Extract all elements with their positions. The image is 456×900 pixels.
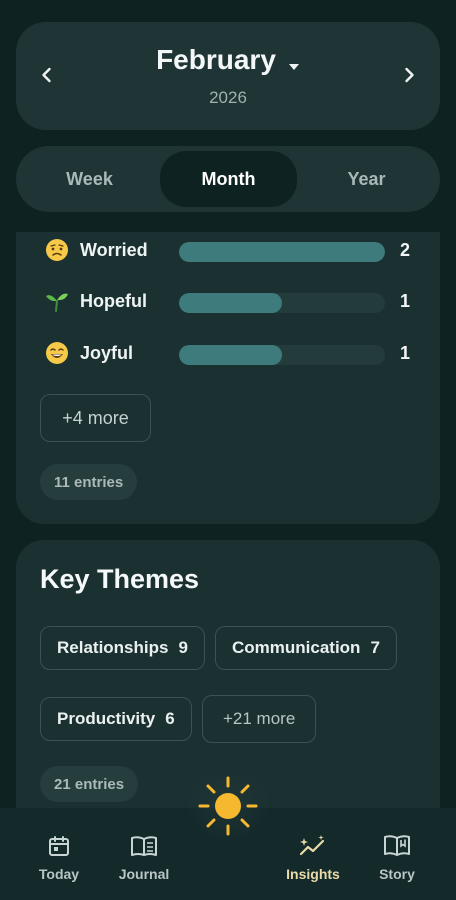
calendar-icon (45, 832, 73, 860)
grinning-face-icon (44, 340, 70, 366)
key-themes-title: Key Themes (40, 564, 200, 594)
next-month-button[interactable] (392, 58, 426, 92)
emotion-count: 2 (400, 240, 411, 260)
theme-count: 9 (178, 638, 188, 657)
nav-story[interactable]: Story (357, 832, 437, 892)
emotion-row-joyful: Joyful 1 (44, 340, 414, 368)
nav-insights[interactable]: Insights (273, 832, 353, 892)
month-title: February (156, 44, 276, 75)
theme-count: 6 (165, 709, 175, 728)
open-book-icon (383, 832, 411, 860)
worried-face-icon (44, 237, 70, 263)
emotion-bar-fill (179, 293, 282, 313)
month-dropdown[interactable]: February (16, 44, 440, 78)
emotion-label: Hopeful (80, 291, 147, 311)
chevron-right-icon (405, 67, 414, 83)
emotion-bar (179, 345, 385, 365)
emotion-bar (179, 242, 385, 262)
seedling-icon (44, 288, 70, 314)
emotions-card: Worried 2 Hopeful 1 Joyful 1 +4 more 11 … (16, 190, 440, 524)
emotion-count: 1 (400, 291, 411, 311)
nav-label: Today (38, 866, 80, 882)
emotion-count: 1 (400, 343, 411, 363)
month-selector-card: February 2026 (16, 22, 440, 130)
sun-fab-button[interactable] (184, 768, 272, 844)
theme-label: Relationships (57, 638, 169, 657)
nav-journal[interactable]: Journal (104, 832, 184, 892)
tab-year[interactable]: Year (298, 151, 435, 207)
nav-label: Insights (286, 866, 340, 882)
theme-chip-relationships[interactable]: Relationships 9 (40, 626, 205, 670)
theme-chip-communication[interactable]: Communication 7 (215, 626, 397, 670)
emotion-row-worried: Worried 2 (44, 237, 414, 265)
nav-label: Journal (118, 866, 170, 882)
emotion-bar (179, 293, 385, 313)
emotions-more-button[interactable]: +4 more (40, 394, 151, 442)
book-icon (130, 832, 158, 860)
theme-count: 7 (370, 638, 380, 657)
emotion-bar-fill (179, 242, 385, 262)
period-segmented-control: Week Month Year (16, 146, 440, 212)
nav-label: Story (379, 866, 415, 882)
emotion-bar-fill (179, 345, 282, 365)
theme-label: Communication (232, 638, 361, 657)
emotion-row-hopeful: Hopeful 1 (44, 288, 414, 316)
emotions-entries-badge: 11 entries (40, 464, 138, 500)
themes-entries-badge: 21 entries (40, 766, 139, 802)
year-label: 2026 (209, 88, 247, 107)
theme-chip-productivity[interactable]: Productivity 6 (40, 697, 192, 741)
caret-down-icon (288, 46, 300, 78)
sparkle-chart-icon (299, 832, 327, 860)
themes-more-button[interactable]: +21 more (202, 695, 317, 743)
emotion-label: Worried (80, 240, 148, 260)
sun-icon (198, 776, 258, 836)
tab-week[interactable]: Week (21, 151, 158, 207)
emotion-label: Joyful (80, 343, 134, 363)
theme-label: Productivity (57, 709, 156, 728)
tab-month[interactable]: Month (160, 151, 297, 207)
nav-today[interactable]: Today (19, 832, 99, 892)
